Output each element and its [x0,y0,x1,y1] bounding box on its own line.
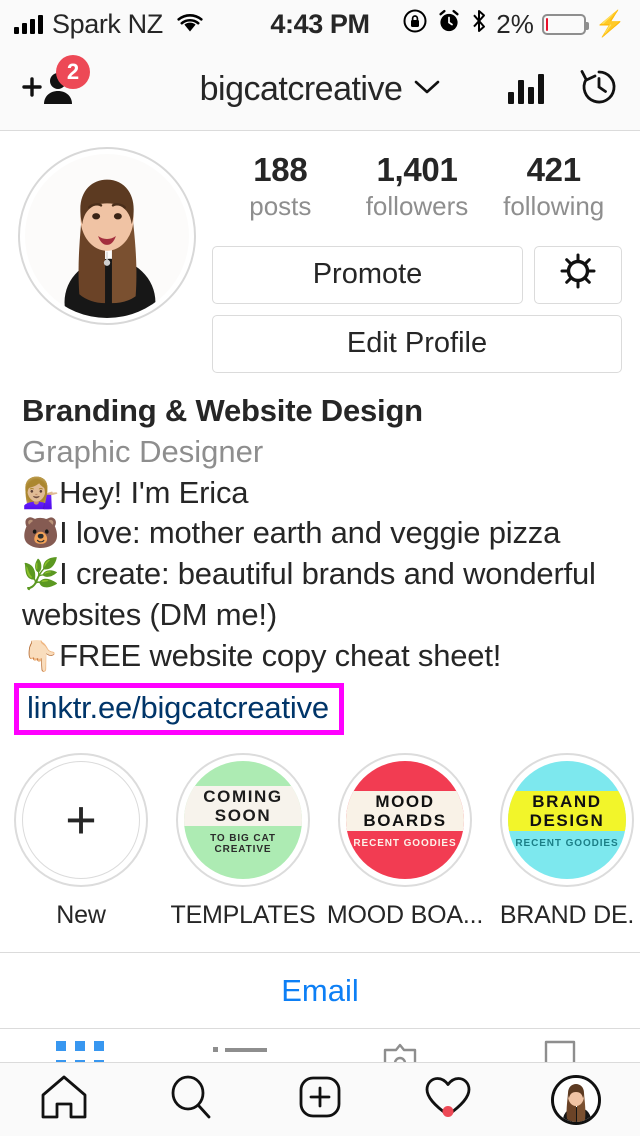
charging-bolt-icon: ⚡ [594,9,626,38]
stat-posts[interactable]: 188 posts [212,151,349,224]
tab-search[interactable] [128,1073,256,1126]
edit-profile-button[interactable]: Edit Profile [212,314,622,373]
heart-icon [423,1074,473,1125]
bio-line: 🐻I love: mother earth and veggie pizza [22,513,618,554]
herb-leaf-emoji: 🌿 [22,558,60,592]
battery-icon [541,13,589,35]
profile-avatar-icon [551,1074,601,1125]
highlight-cover-title: MOOD BOARDS [346,791,464,832]
bottom-tab-bar [0,1062,640,1136]
highlight-mood-boards[interactable]: MOOD BOARDS RECENT GOODIES MOOD BOA... [324,753,486,930]
rotation-lock-icon [402,8,428,41]
email-button[interactable]: Email [0,953,640,1030]
highlight-cover-subtitle: RECENT GOODIES [353,838,457,850]
plus-square-icon [295,1073,345,1126]
highlight-new[interactable]: + New [0,753,162,930]
notification-badge: 2 [56,55,90,89]
profile-link[interactable]: linktr.ee/bigcatcreative [27,690,329,725]
following-label: following [503,190,605,221]
highlight-cover-subtitle: RECENT GOODIES [515,838,619,850]
profile-header-right: 188 posts 1,401 followers 421 following … [196,147,622,373]
plus-icon: + [65,790,97,851]
profile-header: 188 posts 1,401 followers 421 following … [0,131,640,373]
bio-line-text: Hey! I'm Erica [59,474,249,510]
highlight-ring: MOOD BOARDS RECENT GOODIES [338,753,472,888]
bluetooth-icon [470,8,488,41]
avatar[interactable] [18,147,196,325]
tab-new-post[interactable] [256,1073,384,1126]
highlight-brand-design[interactable]: BRAND DESIGN RECENT GOODIES BRAND DE. [486,753,640,930]
followers-count: 1,401 [376,151,458,188]
archive-clock-icon[interactable] [578,66,620,113]
tab-activity[interactable] [384,1074,512,1125]
bio-section: Branding & Website Design Graphic Design… [0,373,640,736]
pointing-down-emoji: 👇🏻 [22,640,60,674]
email-button-label: Email [281,972,359,1008]
bear-emoji: 🐻 [22,517,60,551]
status-bar: Spark NZ 4:43 PM 2% ⚡ [0,0,640,48]
highlight-label: BRAND DE. [499,901,635,930]
username-label: bigcatcreative [199,69,403,108]
bio-line-text: FREE website copy cheat sheet! [59,638,502,674]
signal-bars-icon [14,14,43,34]
highlight-cover-templates: COMING SOON TO BIG CAT CREATIVE [184,761,302,880]
settings-button[interactable] [534,245,622,304]
highlight-ring: COMING SOON TO BIG CAT CREATIVE [176,753,310,888]
highlight-label: MOOD BOA... [326,901,484,930]
add-person-icon[interactable]: 2 [20,55,90,110]
posts-count: 188 [253,151,308,188]
search-icon [167,1073,217,1126]
highlight-label: TEMPLATES [170,901,316,930]
insights-bar-chart-icon[interactable] [508,74,544,104]
highlight-ring: BRAND DESIGN RECENT GOODIES [500,753,634,888]
status-bar-left: Spark NZ [14,9,205,40]
activity-notification-dot [442,1106,454,1117]
carrier-label: Spark NZ [52,8,163,39]
chevron-down-icon [414,79,440,100]
following-count: 421 [526,151,581,188]
alarm-icon [436,8,462,41]
highlight-label: New [56,901,106,930]
highlight-cover-brand-design: BRAND DESIGN RECENT GOODIES [508,761,626,880]
nav-bar: 2 bigcatcreative [0,48,640,131]
highlight-cover-new: + [22,761,140,880]
followers-label: followers [365,190,469,221]
highlight-cover-title: COMING SOON [184,785,302,826]
wifi-icon [175,9,205,40]
status-bar-right: 2% ⚡ [402,8,626,41]
stat-following[interactable]: 421 following [485,151,622,224]
stat-followers[interactable]: 1,401 followers [349,151,486,224]
highlight-templates[interactable]: COMING SOON TO BIG CAT CREATIVE TEMPLATE… [162,753,324,930]
home-icon [38,1073,90,1126]
woman-tipping-hand-emoji: 💁🏼‍♀️ [22,476,60,510]
tab-home[interactable] [0,1073,128,1126]
highlight-cover-title: BRAND DESIGN [508,791,626,832]
nav-bar-right [508,66,620,113]
profile-category: Graphic Designer [22,433,264,469]
battery-percent-label: 2% [496,8,534,39]
bio-line-text: I create: beautiful brands and wonderful… [22,556,596,633]
nav-bar-left: 2 [20,55,90,110]
promote-button[interactable]: Promote [212,245,523,304]
profile-action-buttons: Promote [212,245,622,304]
bio-line-text: I love: mother earth and veggie pizza [59,515,561,551]
avatar-image [25,154,189,318]
bio-line: 👇🏻FREE website copy cheat sheet! [22,636,618,677]
gear-icon [558,251,598,299]
profile-stats: 188 posts 1,401 followers 421 following [212,151,622,224]
highlight-ring: + [14,753,148,888]
bio-line: 💁🏼‍♀️Hey! I'm Erica [22,473,618,514]
posts-label: posts [249,190,312,221]
story-highlights-row[interactable]: + New COMING SOON TO BIG CAT CREATIVE TE… [0,735,640,930]
bio-line: 🌿I create: beautiful brands and wonderfu… [22,554,618,636]
tab-profile[interactable] [512,1074,640,1125]
link-annotation-box: linktr.ee/bigcatcreative [14,683,344,736]
profile-name: Branding & Website Design [22,392,423,428]
highlight-cover-subtitle: TO BIG CAT CREATIVE [210,832,276,855]
highlight-cover-mood-boards: MOOD BOARDS RECENT GOODIES [346,761,464,880]
